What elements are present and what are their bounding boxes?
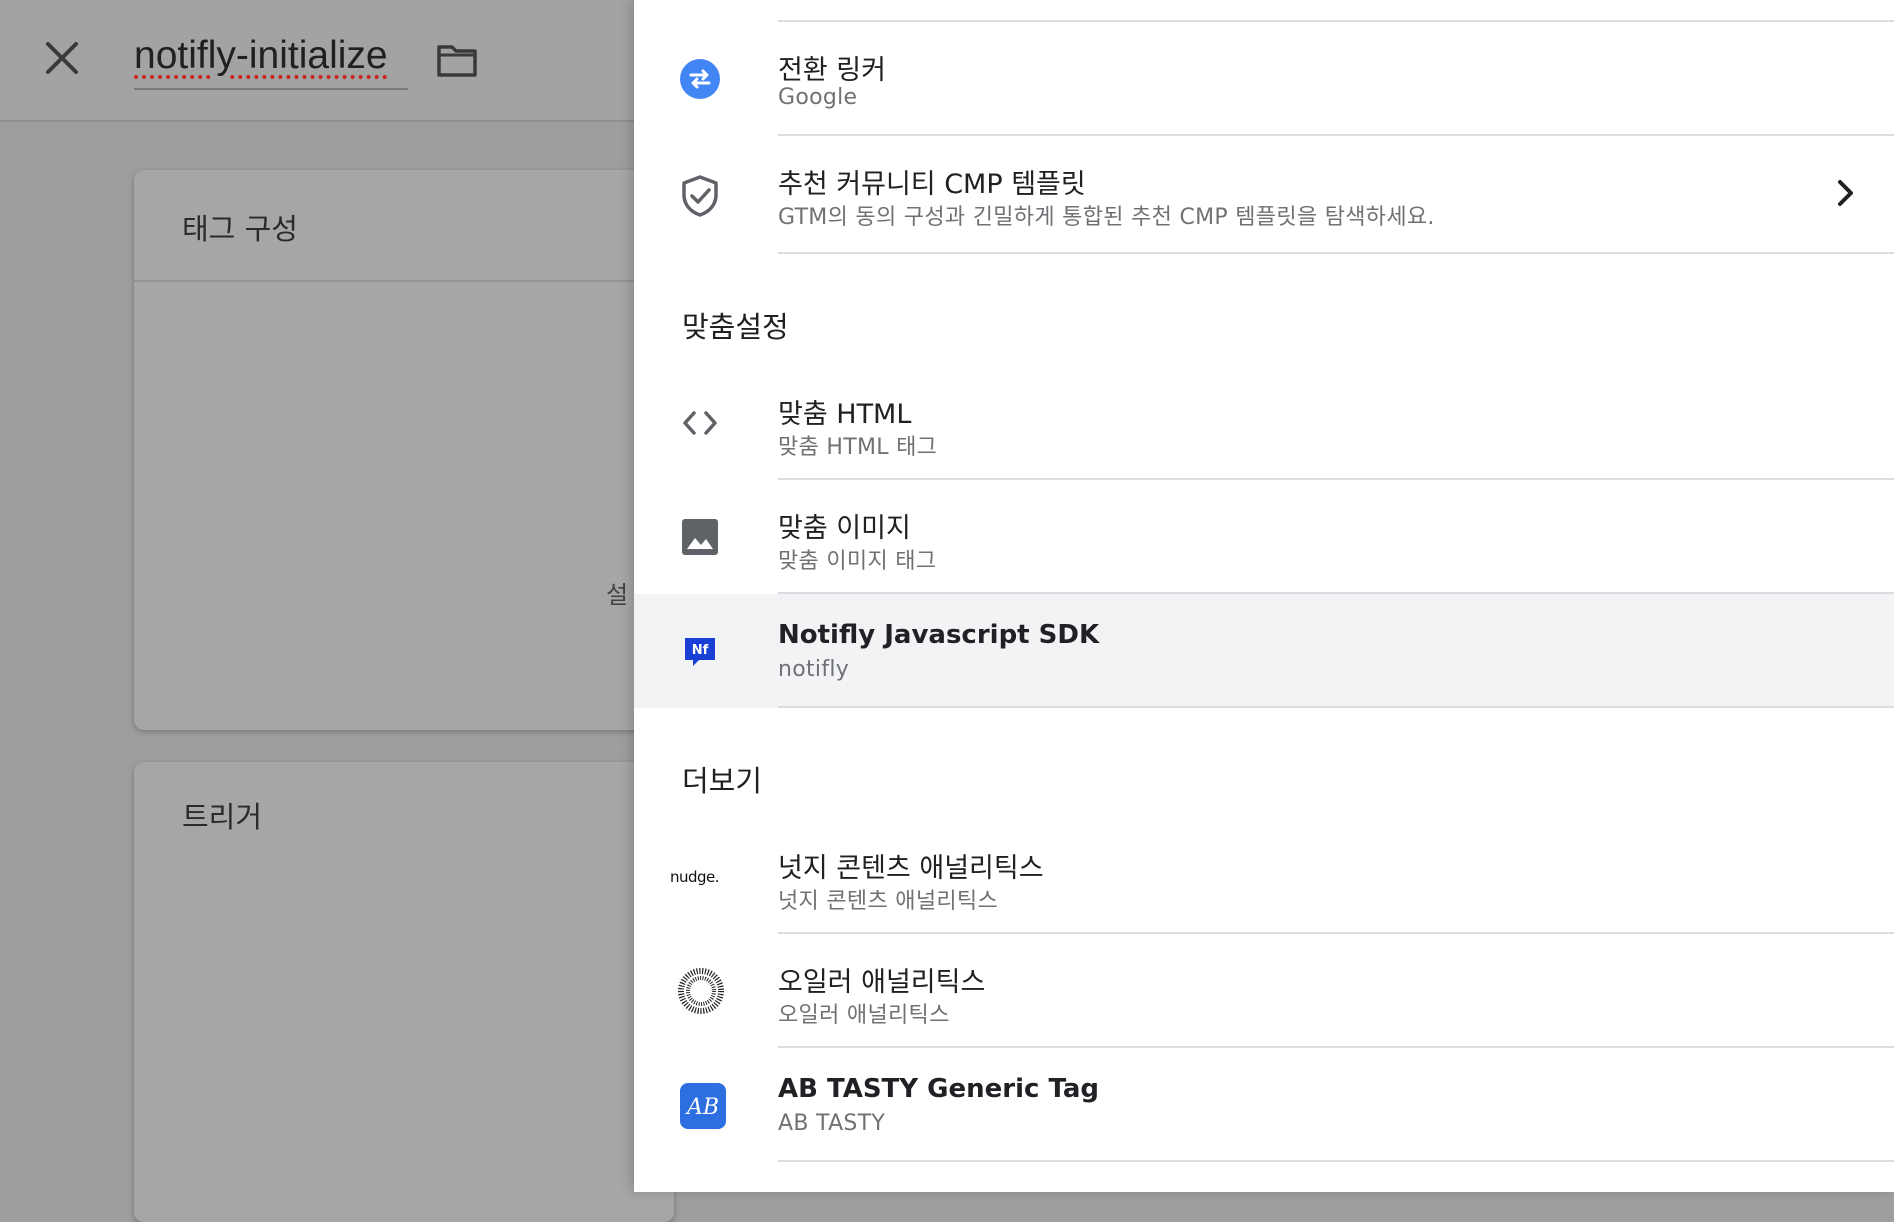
trigger-card[interactable]: 트리거 — [134, 762, 674, 1222]
tag-type-item-nudge[interactable]: nudge. 넛지 콘텐츠 애널리틱스 넛지 콘텐츠 애널리틱스 — [634, 820, 1894, 934]
item-label: 전환 링커 — [778, 55, 886, 86]
item-label: 넛지 콘텐츠 애널리틱스 — [778, 853, 1044, 884]
tag-config-title: 태그 구성 — [182, 212, 298, 246]
tag-config-card[interactable]: 태그 구성 설 — [134, 170, 674, 730]
section-title-more: 더보기 — [682, 764, 763, 798]
tag-type-item-custom-html[interactable]: 맞춤 HTML 맞춤 HTML 태그 — [634, 366, 1894, 480]
abtasty-logo-text: AB — [685, 1095, 719, 1120]
abtasty-logo-icon: AB — [679, 1082, 727, 1130]
close-icon[interactable] — [40, 36, 84, 80]
shield-check-icon — [680, 174, 720, 217]
svg-text:Nf: Nf — [692, 643, 709, 658]
item-sublabel: notifly — [778, 657, 850, 682]
tag-type-item-conversion-linker[interactable]: 전환 링커 Google — [634, 22, 1894, 136]
item-sublabel: 넛지 콘텐츠 애널리틱스 — [778, 889, 998, 914]
notifly-logo-icon: Nf — [680, 631, 720, 671]
tag-type-item-euler[interactable]: 오일러 애널리틱스 오일러 애널리틱스 — [634, 934, 1894, 1048]
trigger-title: 트리거 — [182, 800, 263, 834]
item-sublabel: AB TASTY — [778, 1111, 886, 1136]
divider — [778, 1160, 1894, 1162]
item-label: Notifly Javascript SDK — [778, 620, 1100, 650]
item-sublabel: GTM의 동의 구성과 긴밀하게 통합된 추천 CMP 템플릿을 탐색하세요. — [778, 205, 1435, 230]
item-sublabel: 오일러 애널리틱스 — [778, 1003, 950, 1028]
tag-type-item-cmp-templates[interactable]: 추천 커뮤니티 CMP 템플릿 GTM의 동의 구성과 긴밀하게 통합된 추천 … — [634, 136, 1894, 254]
tag-type-panel: 전환 링커 Google 추천 커뮤니티 CMP 템플릿 GTM의 동의 구성과… — [634, 0, 1894, 1192]
tag-type-item-custom-image[interactable]: 맞춤 이미지 맞춤 이미지 태그 — [634, 480, 1894, 594]
chevron-right-icon[interactable] — [1830, 174, 1860, 212]
item-label: 추천 커뮤니티 CMP 템플릿 — [778, 169, 1086, 200]
divider — [778, 706, 1894, 708]
item-label: 오일러 애널리틱스 — [778, 967, 986, 998]
euler-logo-icon — [678, 968, 724, 1014]
item-label: 맞춤 이미지 — [778, 513, 911, 544]
tag-name-input[interactable]: notifly-initialize — [134, 34, 388, 78]
divider — [778, 252, 1894, 254]
item-sublabel: 맞춤 HTML 태그 — [778, 435, 938, 460]
nudge-logo-icon: nudge. — [670, 868, 720, 886]
tag-config-hint: 설 — [606, 581, 629, 609]
tag-name-underline — [134, 88, 408, 90]
section-title-custom: 맞춤설정 — [682, 310, 789, 344]
code-icon — [680, 403, 720, 443]
item-label: 맞춤 HTML — [778, 399, 912, 430]
conversion-linker-icon — [680, 59, 720, 99]
tag-type-item-abtasty[interactable]: AB AB TASTY Generic Tag AB TASTY — [634, 1048, 1894, 1162]
item-sublabel: Google — [778, 85, 858, 110]
image-icon — [680, 517, 720, 557]
item-sublabel: 맞춤 이미지 태그 — [778, 549, 937, 574]
item-label: AB TASTY Generic Tag — [778, 1074, 1100, 1104]
tag-type-item-notifly-sdk[interactable]: Nf Notifly Javascript SDK notifly — [634, 594, 1894, 708]
folder-icon[interactable] — [436, 42, 478, 78]
